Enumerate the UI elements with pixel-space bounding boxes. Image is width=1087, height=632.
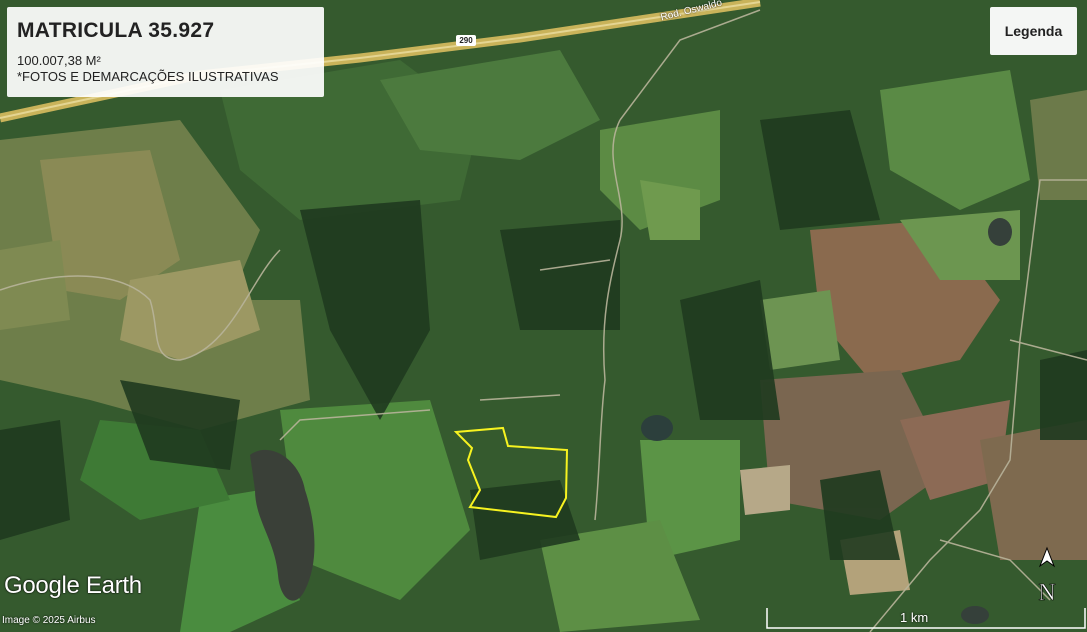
info-panel: MATRICULA 35.927 100.007,38 M² *FOTOS E … xyxy=(7,7,324,97)
pond xyxy=(961,606,989,624)
legend-button[interactable]: Legenda xyxy=(990,7,1077,55)
property-area: 100.007,38 M² xyxy=(17,53,101,68)
north-letter: N xyxy=(1038,580,1055,604)
pond xyxy=(641,415,673,441)
google-earth-logo: Google Earth xyxy=(4,572,142,599)
property-title: MATRICULA 35.927 xyxy=(17,19,215,42)
pond xyxy=(988,218,1012,246)
north-arrow-icon: N xyxy=(1033,546,1061,606)
image-credit: Image © 2025 Airbus xyxy=(2,615,96,626)
disclaimer-note: *FOTOS E DEMARCAÇÕES ILUSTRATIVAS xyxy=(17,69,279,84)
route-shield: 290 xyxy=(456,35,476,46)
scale-label: 1 km xyxy=(900,610,929,625)
